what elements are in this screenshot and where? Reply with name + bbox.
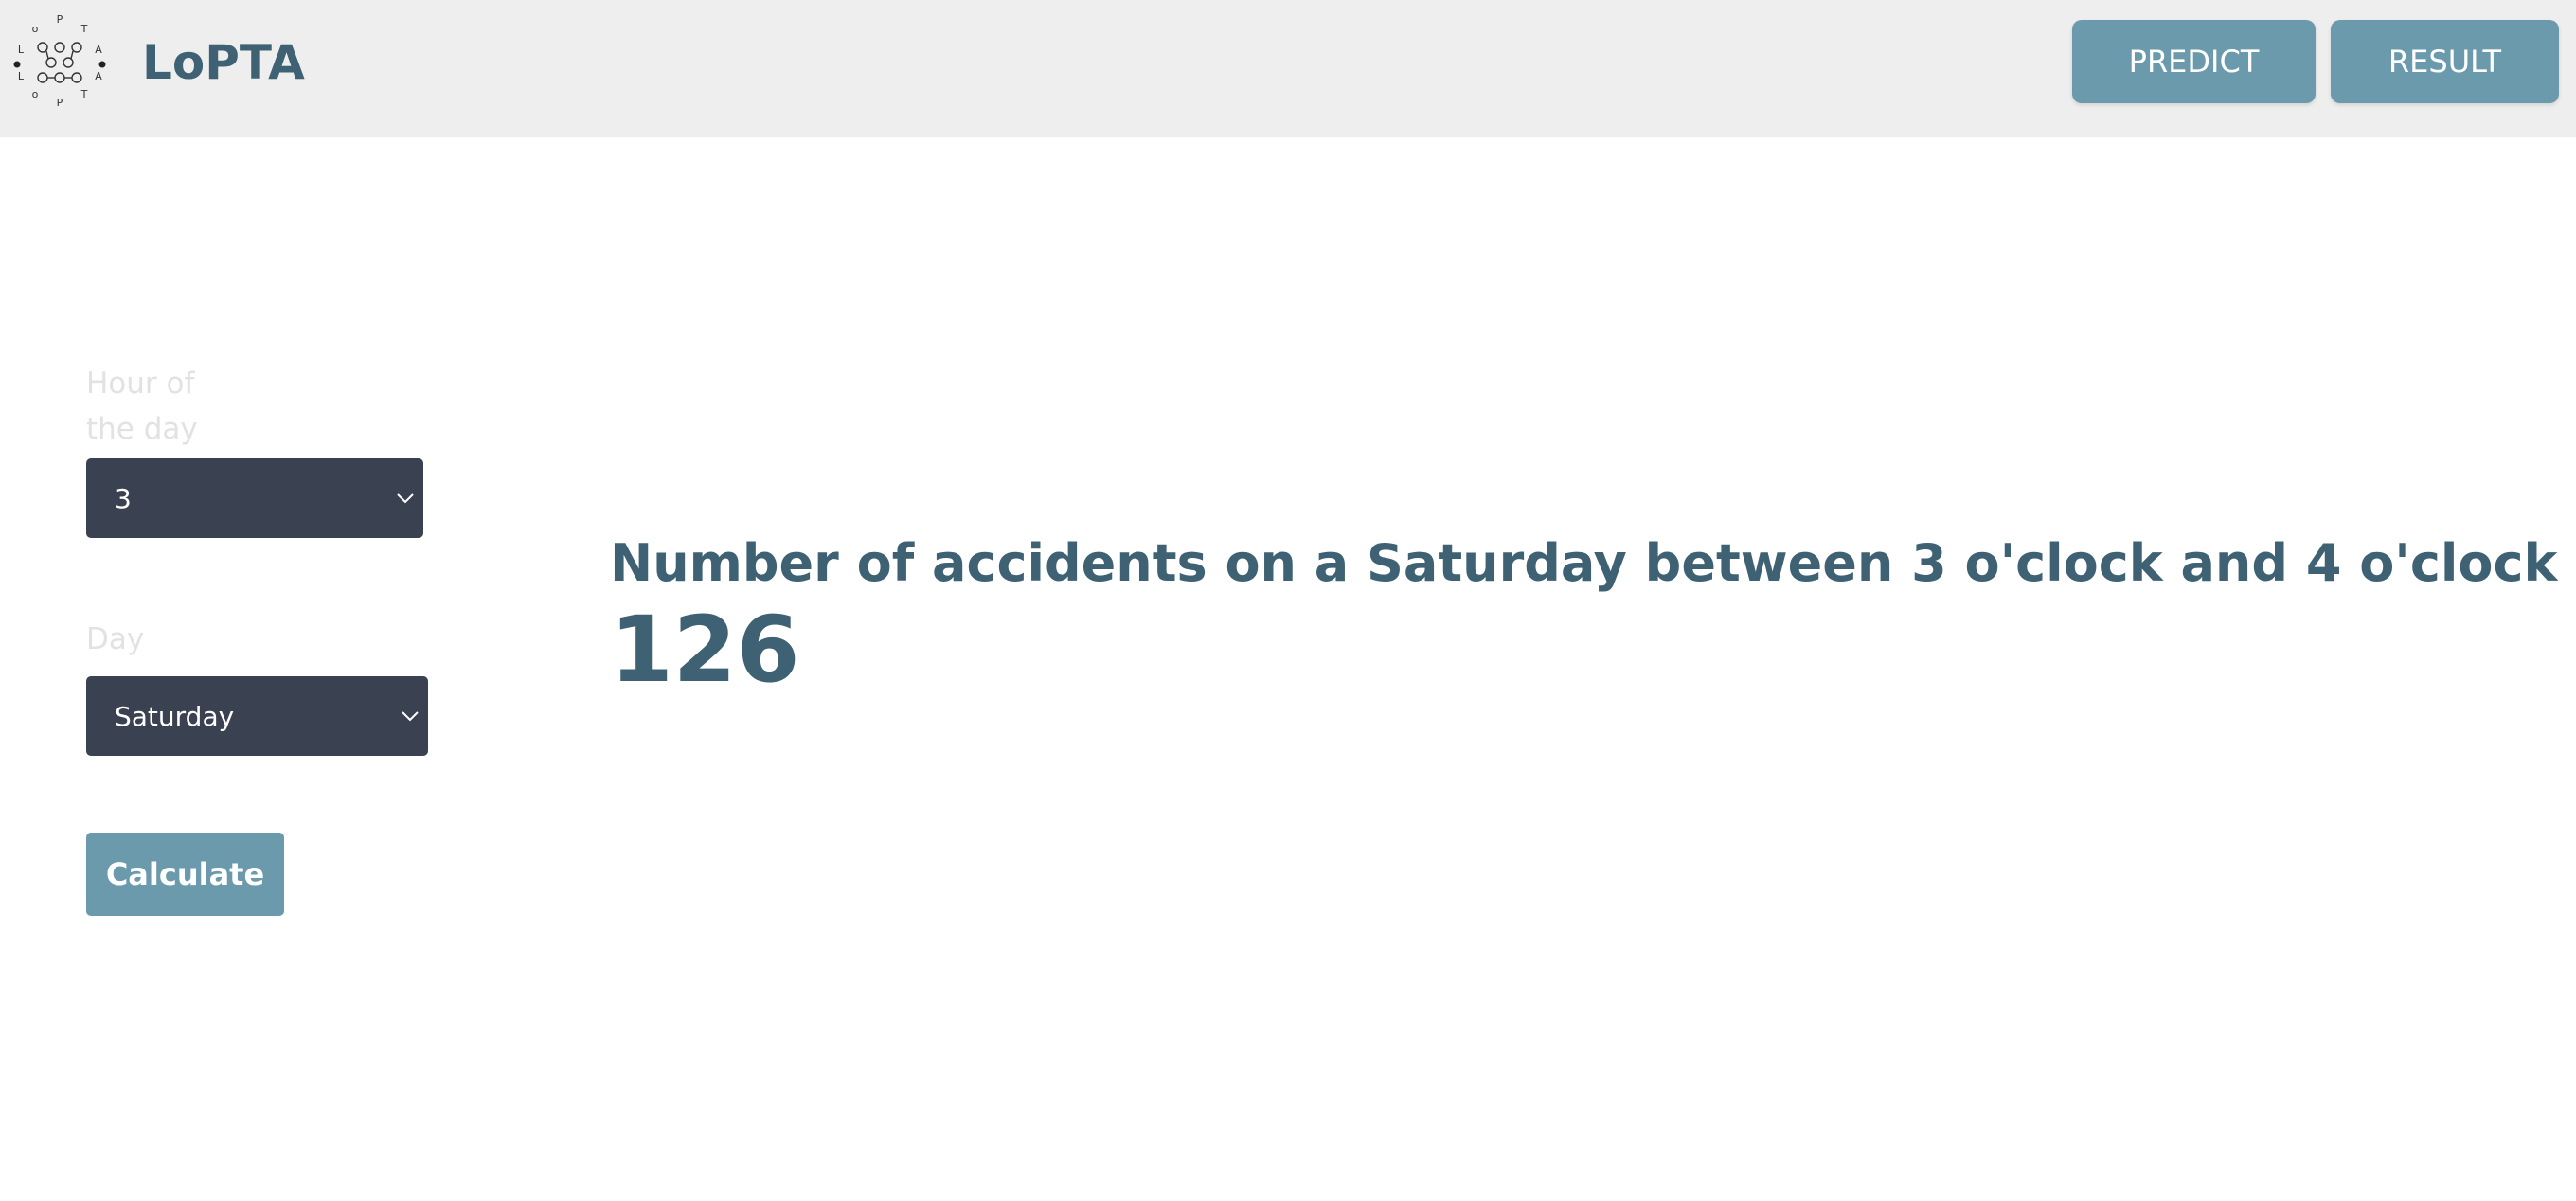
lopta-logo-icon: P o T A A P o T L L (13, 13, 106, 109)
top-header: P o T A A P o T L L LoPTA PREDICT RESULT (0, 0, 2576, 137)
day-select[interactable]: Saturday (86, 676, 428, 756)
day-select-value: Saturday (115, 700, 235, 732)
result-sentence: Number of accidents on a Saturday betwee… (610, 533, 2576, 593)
chevron-down-icon (397, 493, 414, 504)
result-value: 126 (610, 597, 800, 703)
logo-letter: L (18, 44, 25, 56)
brand-title: LoPTA (142, 35, 305, 90)
logo-letter: o (32, 23, 39, 35)
calculate-button[interactable]: Calculate (86, 833, 284, 916)
logo-letter: P (57, 97, 63, 109)
day-label: Day (86, 622, 145, 656)
logo-letter: A (95, 70, 102, 82)
logo-letter: T (80, 23, 88, 35)
chevron-down-icon (402, 711, 419, 722)
hour-select[interactable]: 3 (86, 458, 423, 538)
logo-letter: T (80, 88, 88, 100)
predict-nav-button[interactable]: PREDICT (2072, 20, 2316, 103)
logo-letter: o (32, 88, 39, 100)
logo-letter: L (18, 70, 25, 82)
hour-of-day-label: Hour of the day (86, 367, 198, 446)
result-nav-button[interactable]: RESULT (2331, 20, 2559, 103)
logo-letter: P (57, 13, 63, 26)
logo-letter: A (95, 44, 102, 56)
hour-select-value: 3 (115, 482, 132, 514)
